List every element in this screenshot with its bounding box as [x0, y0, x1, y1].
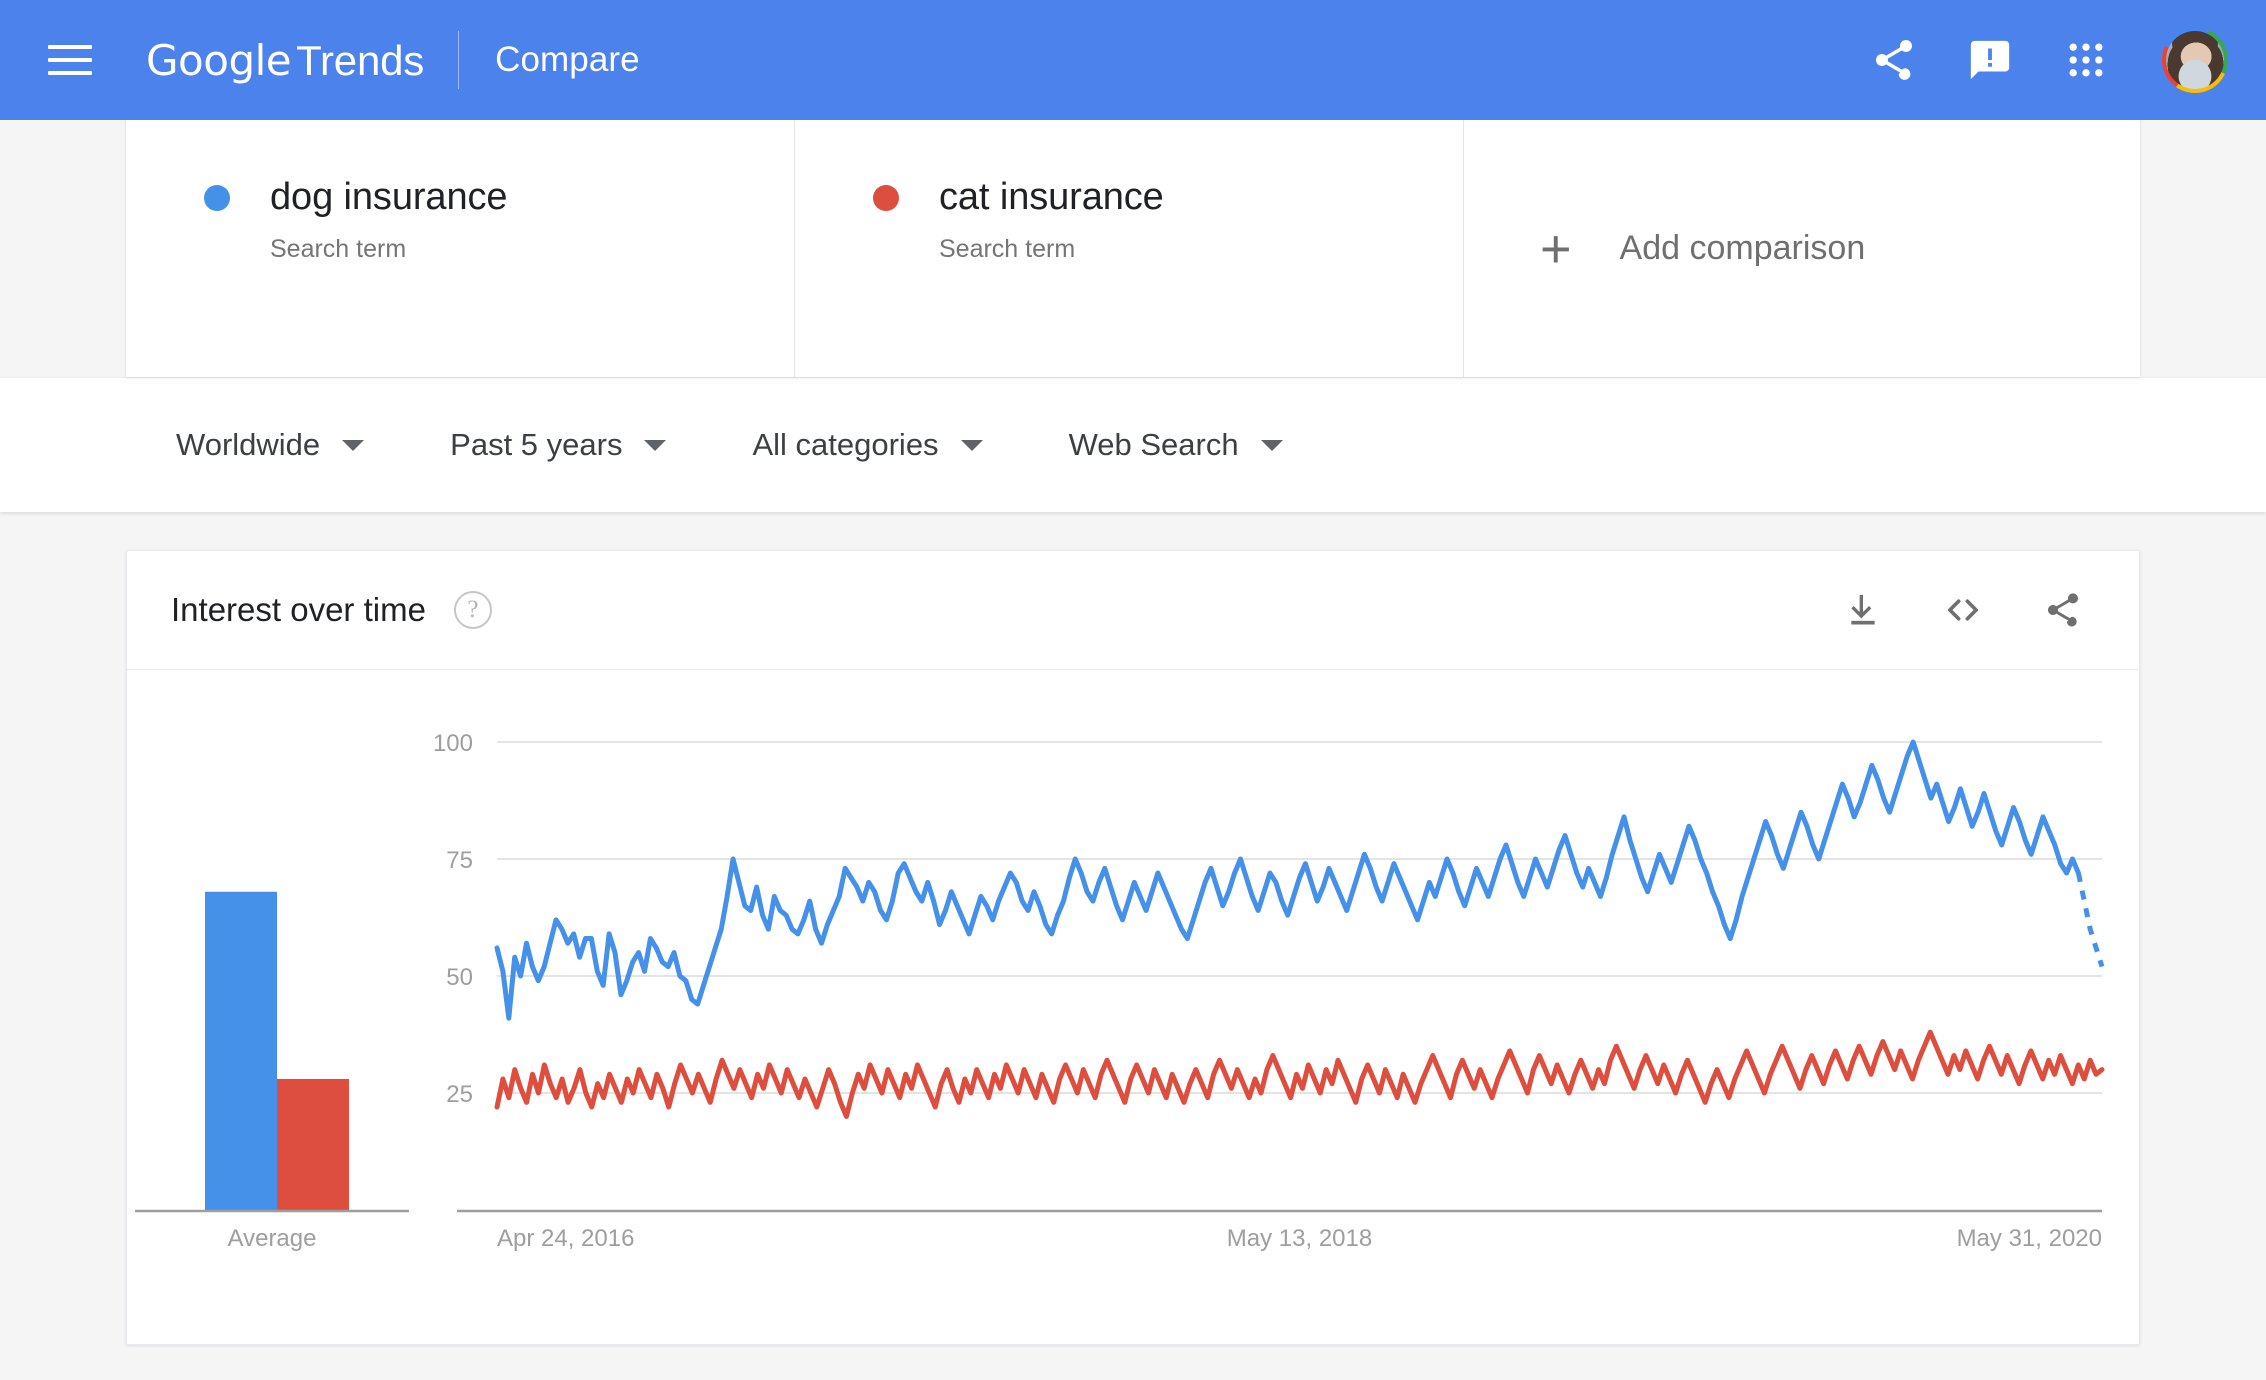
hamburger-menu-icon[interactable]: [48, 37, 94, 83]
app-header: Google Trends Compare: [0, 0, 2266, 120]
add-comparison-label: Add comparison: [1619, 229, 1866, 267]
share-icon[interactable]: [2039, 586, 2087, 634]
series-color-dot-red: [873, 184, 899, 211]
average-bar-cat: [277, 1078, 349, 1210]
y-axis-tick-label: 100: [433, 730, 473, 757]
apps-grid-icon[interactable]: [2058, 32, 2114, 88]
search-term-header-0: dog insurance: [204, 176, 794, 219]
chart-area[interactable]: Average 25 50 75 100 Apr 24, 2016 May 13, 2018…: [127, 670, 2139, 1344]
x-axis-tick-label: May 31, 2020: [1957, 1225, 2102, 1252]
google-trends-logo[interactable]: Google Trends: [146, 36, 424, 85]
card-header: Interest over time ?: [127, 551, 2139, 670]
user-avatar[interactable]: [2162, 27, 2228, 93]
main-content: Interest over time ? Average 25 50 75 10…: [0, 512, 2266, 1380]
chevron-down-icon: [960, 439, 983, 451]
header-actions: [1866, 27, 2228, 93]
y-axis-tick-label: 75: [446, 847, 473, 874]
feedback-icon[interactable]: [1962, 32, 2018, 88]
x-axis-tick-label: May 13, 2018: [1227, 1225, 1372, 1252]
share-icon[interactable]: [1866, 32, 1922, 88]
card-actions: [1839, 586, 2087, 634]
help-icon[interactable]: ?: [453, 591, 492, 629]
x-axis-tick-label: Apr 24, 2016: [497, 1225, 634, 1252]
card-title: Interest over time: [171, 591, 426, 628]
average-bar-dog: [205, 891, 277, 1210]
search-term-type-1: Search term: [939, 235, 1076, 263]
embed-code-icon[interactable]: [1939, 586, 1987, 634]
y-axis-tick-label: 50: [446, 964, 473, 991]
download-icon[interactable]: [1839, 586, 1887, 634]
interest-over-time-card: Interest over time ? Average 25 50 75 10…: [126, 550, 2140, 1345]
filter-category-label: All categories: [752, 427, 939, 462]
average-label: Average: [228, 1225, 317, 1252]
interest-over-time-chart[interactable]: Average 25 50 75 100 Apr 24, 2016 May 13, 2018…: [127, 670, 2139, 1344]
avatar-photo: [2166, 31, 2224, 89]
filter-category[interactable]: All categories: [752, 427, 983, 463]
plus-icon: +: [1540, 218, 1572, 279]
search-term-type-0: Search term: [270, 235, 407, 263]
filter-location-label: Worldwide: [176, 427, 321, 462]
chevron-down-icon: [342, 439, 365, 451]
search-term-card-0[interactable]: dog insurance Search term: [126, 120, 795, 377]
hamburger-bar: [48, 71, 92, 75]
series-color-dot-blue: [204, 184, 230, 211]
filter-time-range-label: Past 5 years: [450, 427, 623, 462]
header-divider: [458, 31, 460, 89]
page-section-title: Compare: [495, 40, 640, 79]
logo-google-text: Google: [146, 35, 292, 85]
chevron-down-icon: [644, 439, 667, 451]
filter-bar: Worldwide Past 5 years All categories We…: [0, 377, 2266, 512]
filter-search-type-label: Web Search: [1068, 427, 1239, 462]
hamburger-bar: [48, 58, 92, 62]
search-term-card-1[interactable]: cat insurance Search term: [795, 120, 1464, 377]
hamburger-bar: [48, 45, 92, 49]
filter-time-range[interactable]: Past 5 years: [450, 427, 667, 463]
comparison-terms-bar: dog insurance Search term cat insurance …: [126, 120, 2140, 377]
series-line-cat-insurance: [494, 1029, 2105, 1119]
filter-location[interactable]: Worldwide: [176, 427, 365, 463]
add-comparison-button[interactable]: + Add comparison: [1464, 120, 2140, 377]
logo-trends-text: Trends: [296, 36, 425, 84]
search-term-label-0: dog insurance: [270, 176, 508, 218]
search-term-header-1: cat insurance: [873, 176, 1463, 219]
series-line-dog-insurance-partial: [2075, 872, 2105, 968]
chevron-down-icon: [1260, 439, 1283, 451]
filter-search-type[interactable]: Web Search: [1069, 427, 1283, 463]
search-term-label-1: cat insurance: [939, 176, 1164, 218]
y-axis-tick-label: 25: [446, 1081, 473, 1108]
